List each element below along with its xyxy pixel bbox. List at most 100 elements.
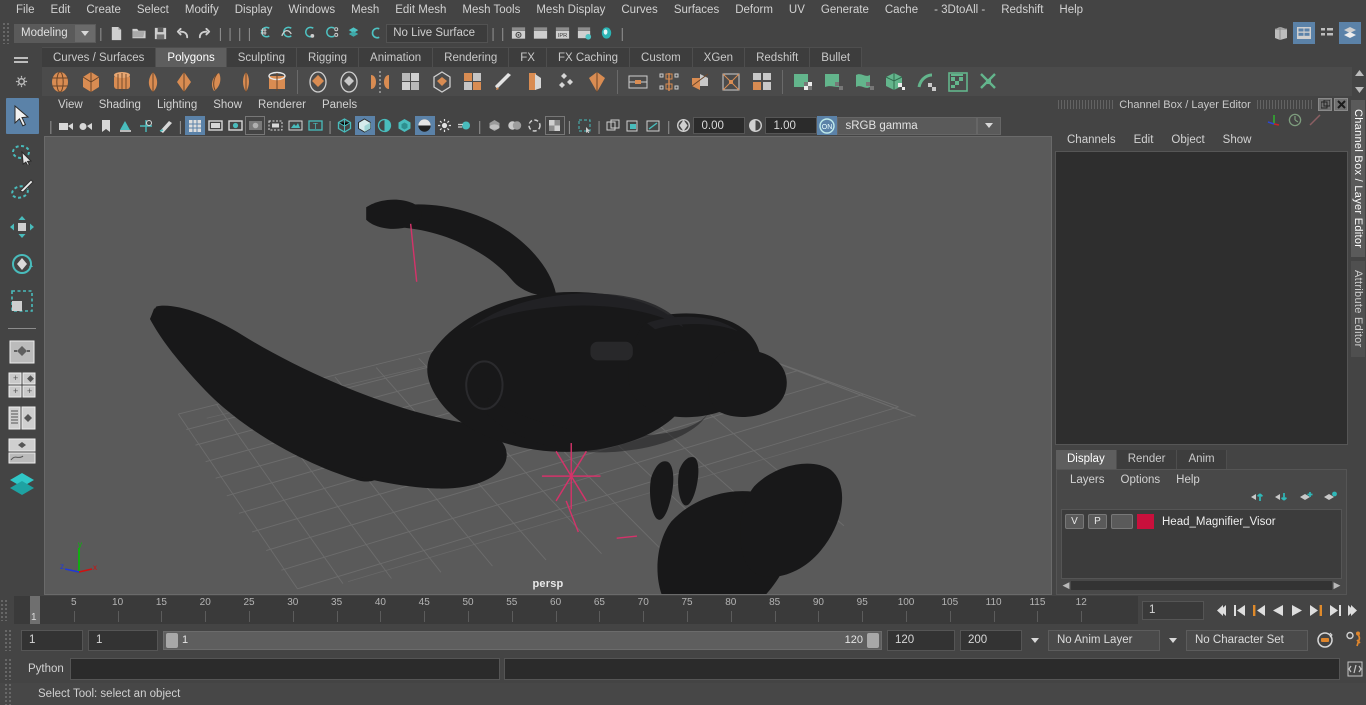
poly-torus-icon[interactable] — [169, 68, 199, 96]
two-dimensional-pan-zoom-icon[interactable] — [136, 116, 156, 135]
menu-deform[interactable]: Deform — [727, 0, 781, 20]
vertical-tab-channel-box[interactable]: Channel Box / Layer Editor — [1351, 100, 1365, 258]
save-scene-icon[interactable] — [150, 23, 172, 44]
menu-curves[interactable]: Curves — [613, 0, 665, 20]
animation-preferences-icon[interactable] — [1342, 630, 1366, 650]
new-layer-from-selected-icon[interactable] — [1322, 491, 1338, 506]
ipr-render-icon[interactable]: IPR — [551, 23, 573, 44]
layer-row-head-magnifier-visor[interactable]: V P Head_Magnifier_Visor — [1065, 513, 1338, 530]
menu-mesh-display[interactable]: Mesh Display — [528, 0, 613, 20]
panel-drag-handle-right[interactable] — [1256, 100, 1312, 109]
script-editor-icon[interactable] — [1344, 658, 1366, 680]
hypershade-icon[interactable] — [595, 23, 617, 44]
persp-graph-layout-icon[interactable] — [6, 436, 39, 466]
move-layer-down-icon[interactable] — [1274, 491, 1290, 506]
xray-icon[interactable] — [544, 116, 565, 135]
poly-extrude-icon[interactable] — [458, 68, 488, 96]
animation-start-field[interactable]: 1 — [21, 629, 83, 651]
grid-display-icon[interactable] — [185, 116, 206, 135]
shelf-tab-fx-caching[interactable]: FX Caching — [546, 47, 631, 67]
show-hide-modeling-toolkit-icon[interactable] — [1270, 22, 1292, 44]
render-settings-icon[interactable] — [573, 23, 595, 44]
redo-icon[interactable] — [194, 23, 216, 44]
color-management-toggle-icon[interactable]: ON — [817, 116, 838, 135]
field-chart-icon[interactable]: T — [305, 116, 325, 135]
shelf-tab-rigging[interactable]: Rigging — [297, 47, 360, 67]
animation-end-field[interactable]: 200 — [960, 629, 1022, 651]
four-view-layout-icon[interactable]: + ◆ + + — [6, 370, 39, 400]
gate-mask-icon[interactable] — [245, 116, 266, 135]
channel-box-axis-icon[interactable] — [1267, 113, 1282, 129]
live-surface-field[interactable]: No Live Surface — [386, 23, 489, 43]
show-hide-tool-settings-icon[interactable] — [1316, 22, 1338, 44]
shaded-and-wireframe-icon[interactable] — [375, 116, 395, 135]
layer-color-swatch[interactable] — [1137, 514, 1154, 529]
shelf-tab-rendering[interactable]: Rendering — [433, 47, 510, 67]
tear-off-copy-icon[interactable] — [644, 116, 664, 135]
uv-spherical-icon[interactable] — [850, 68, 880, 96]
film-origin-icon[interactable] — [265, 116, 285, 135]
use-all-lights-icon[interactable] — [395, 116, 415, 135]
anim-layer-dropdown-icon[interactable] — [1027, 630, 1043, 650]
poly-target-weld-icon[interactable] — [685, 68, 715, 96]
time-slider-grip[interactable] — [0, 599, 9, 621]
poly-separate-icon[interactable] — [334, 68, 364, 96]
shelf-settings-icon[interactable] — [12, 74, 30, 90]
character-set-dropdown-icon[interactable] — [1165, 630, 1181, 650]
time-slider[interactable]: 1 5 10 15 20 25 30 35 40 45 50 55 60 65 70 75 80 85 90 95 1… — [14, 596, 1138, 624]
layer-visibility-toggle[interactable]: V — [1065, 514, 1084, 529]
render-view-icon[interactable] — [507, 23, 529, 44]
uv-cut-sew-icon[interactable] — [974, 68, 1004, 96]
command-language-label[interactable]: Python — [20, 663, 66, 675]
menu-set-selector[interactable]: Modeling — [14, 23, 96, 43]
viewport-menu-show[interactable]: Show — [205, 96, 250, 115]
uv-automatic-icon[interactable] — [881, 68, 911, 96]
smooth-shade-all-icon[interactable] — [354, 116, 375, 135]
xray-joints-icon[interactable] — [574, 116, 594, 135]
current-frame-field[interactable]: 1 — [1142, 600, 1204, 620]
anim-layer-field[interactable]: No Anim Layer — [1048, 629, 1160, 651]
gamma-icon[interactable] — [745, 116, 765, 135]
step-back-keyframe-icon[interactable] — [1231, 600, 1248, 620]
menu-edit[interactable]: Edit — [43, 0, 79, 20]
exposure-field[interactable]: 0.00 — [693, 117, 746, 134]
poly-bridge-icon[interactable] — [520, 68, 550, 96]
viewport-menu-panels[interactable]: Panels — [314, 96, 365, 115]
poly-boolean-icon[interactable] — [427, 68, 457, 96]
menu-3dtoall[interactable]: - 3DtoAll - — [926, 0, 993, 20]
shelf-tab-fx[interactable]: FX — [509, 47, 547, 67]
poly-cube-icon[interactable] — [76, 68, 106, 96]
layer-playback-toggle[interactable]: P — [1088, 514, 1107, 529]
image-plane-icon[interactable] — [116, 116, 136, 135]
outliner-persp-layout-icon[interactable] — [6, 403, 39, 433]
poly-pipe-icon[interactable] — [262, 68, 292, 96]
range-end-handle[interactable] — [867, 632, 879, 648]
shelf-menu-icon[interactable] — [12, 53, 30, 69]
shelf-tab-polygons[interactable]: Polygons — [156, 47, 227, 67]
tab-render[interactable]: Render — [1116, 450, 1178, 469]
menu-generate[interactable]: Generate — [813, 0, 877, 20]
channel-box-content[interactable] — [1055, 151, 1348, 445]
show-hide-attribute-editor-icon[interactable] — [1293, 22, 1315, 44]
shelf-scroll-arrows[interactable] — [1352, 46, 1366, 96]
make-live-icon[interactable] — [364, 23, 386, 44]
channel-box-menu-edit[interactable]: Edit — [1125, 134, 1163, 146]
command-output[interactable] — [504, 658, 1340, 680]
undo-icon[interactable] — [172, 23, 194, 44]
move-tool[interactable] — [6, 209, 39, 245]
scroll-left-icon[interactable]: ◀ — [1061, 580, 1071, 591]
new-layer-icon[interactable] — [1298, 491, 1314, 506]
uv-planar-icon[interactable] — [788, 68, 818, 96]
menu-redshift[interactable]: Redshift — [993, 0, 1051, 20]
playback-end-field[interactable]: 120 — [887, 629, 955, 651]
poly-plane-icon[interactable] — [200, 68, 230, 96]
shelf-tab-custom[interactable]: Custom — [630, 47, 693, 67]
playback-start-field[interactable]: 1 — [88, 629, 158, 651]
motion-blur-icon[interactable] — [455, 116, 475, 135]
status-line-grip[interactable] — [2, 22, 11, 44]
menu-file[interactable]: File — [8, 0, 43, 20]
new-scene-icon[interactable] — [106, 23, 128, 44]
snap-curve-icon[interactable] — [276, 23, 298, 44]
channel-box-slash-icon[interactable] — [1308, 113, 1322, 130]
color-transform-dropdown[interactable] — [977, 116, 1002, 135]
